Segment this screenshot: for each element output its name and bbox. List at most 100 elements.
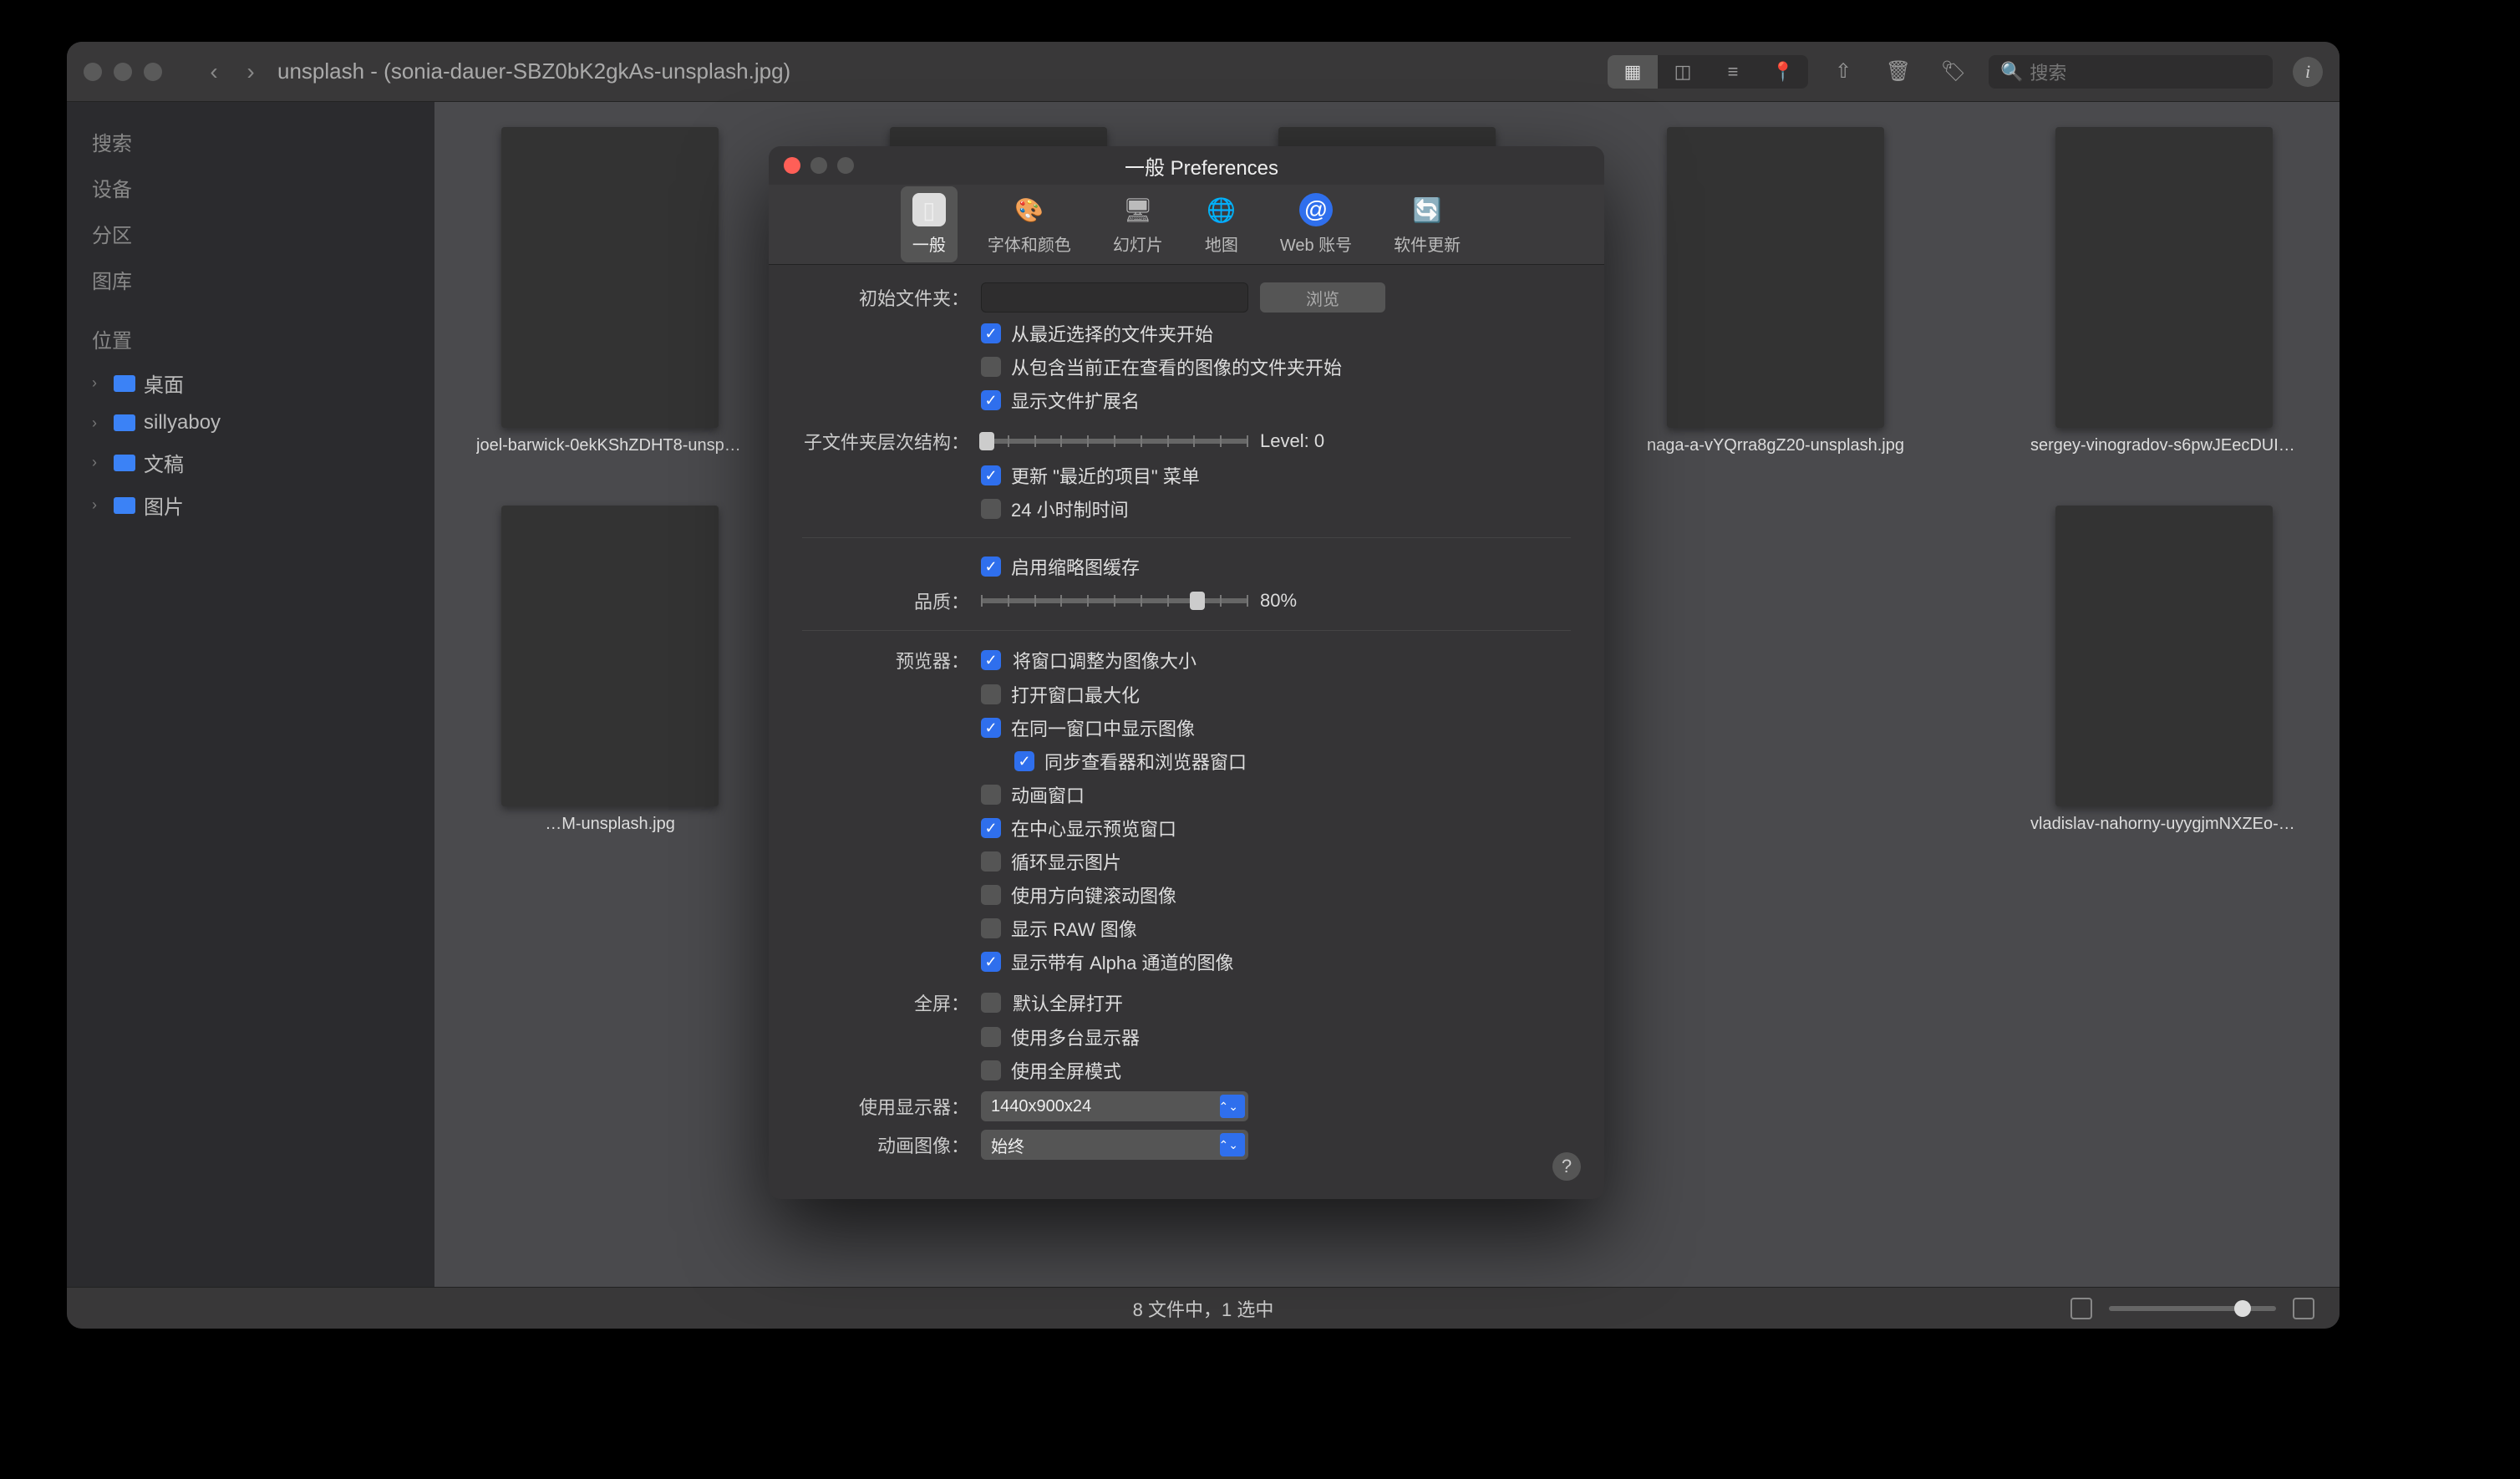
checkbox-center-preview[interactable]: ✓: [981, 818, 1001, 838]
chevron-right-icon: ›: [92, 414, 105, 432]
prefs-tab-general[interactable]: ▯一般: [901, 186, 958, 262]
sidebar-section-devices[interactable]: 设备: [67, 165, 434, 211]
close-prefs-button[interactable]: [784, 157, 800, 174]
delete-button[interactable]: 🗑: [1878, 55, 1918, 89]
label-show-raw: 显示 RAW 图像: [1011, 915, 1137, 942]
zoom-knob[interactable]: [2234, 1300, 2251, 1317]
sub-depth-slider[interactable]: [981, 439, 1248, 444]
thumbnail-item[interactable]: joel-barwick-0ekKShZDHT8-unsplash.jpg: [485, 127, 735, 455]
zoom-window-button[interactable]: [144, 63, 162, 81]
map-view-button[interactable]: 📍: [1758, 55, 1808, 89]
thumbnail-item[interactable]: …M-unsplash.jpg: [485, 506, 735, 834]
sidebar-section-library[interactable]: 图库: [67, 257, 434, 302]
label-arrow-scroll: 使用方向键滚动图像: [1011, 882, 1176, 908]
search-icon: 🔍: [2000, 61, 2023, 83]
sidebar-section-places: 位置: [67, 316, 434, 362]
prefs-tab-web[interactable]: @Web 账号: [1268, 186, 1364, 262]
slider-knob[interactable]: [979, 432, 994, 450]
checkbox-open-max[interactable]: [981, 684, 1001, 704]
prefs-title: 一般 Preferences: [814, 151, 1589, 180]
label-start-last: 从最近选择的文件夹开始: [1011, 320, 1213, 347]
share-button[interactable]: ⇧: [1823, 55, 1863, 89]
split-view-button[interactable]: ◫: [1658, 55, 1708, 89]
checkbox-enable-cache[interactable]: ✓: [981, 557, 1001, 577]
thumbnail-item[interactable]: vladislav-nahorny-uyygjmNXZEo-unsplash.j…: [2039, 506, 2289, 834]
sidebar-item-documents[interactable]: ›文稿: [67, 441, 434, 484]
chevron-right-icon: ›: [92, 374, 105, 392]
label-start-current: 从包含当前正在查看的图像的文件夹开始: [1011, 353, 1342, 380]
search-input[interactable]: 🔍 搜索: [1989, 55, 2273, 89]
prefs-tab-fonts[interactable]: 🎨字体和颜色: [976, 186, 1083, 262]
thumbnail-item[interactable]: sergey-vinogradov-s6pwJEecDUI-unsplash.j…: [2039, 127, 2289, 455]
checkbox-anim-window[interactable]: [981, 785, 1001, 805]
label-anim-images: 动画图像：: [802, 1131, 969, 1158]
prefs-tab-slideshow[interactable]: 🖥幻灯片: [1101, 186, 1175, 262]
grid-view-button[interactable]: ▦: [1608, 55, 1658, 89]
traffic-lights: [84, 63, 162, 81]
checkbox-same-window[interactable]: ✓: [981, 718, 1001, 738]
label-default-fs: 默认全屏打开: [1013, 989, 1123, 1016]
forward-button[interactable]: ›: [232, 53, 269, 90]
help-button[interactable]: ?: [1552, 1152, 1581, 1181]
prefs-titlebar: 一般 Preferences: [769, 146, 1604, 185]
checkbox-default-fs[interactable]: [981, 993, 1001, 1013]
tag-button[interactable]: 🏷: [1933, 55, 1974, 89]
checkbox-start-current[interactable]: [981, 357, 1001, 377]
start-folder-field[interactable]: [981, 282, 1248, 313]
minimize-window-button[interactable]: [114, 63, 132, 81]
thumbnail-caption: vladislav-nahorny-uyygjmNXZEo-unsplash.j…: [2030, 815, 2298, 834]
status-text: 8 文件中，1 选中: [1133, 1295, 1274, 1322]
prefs-tab-map[interactable]: 🌐地图: [1193, 186, 1250, 262]
back-button[interactable]: ‹: [196, 53, 232, 90]
checkbox-resize-window[interactable]: ✓: [981, 650, 1001, 670]
checkbox-fs-mode[interactable]: [981, 1060, 1001, 1080]
anim-select[interactable]: 始终⌃⌄: [981, 1130, 1248, 1160]
label-quality: 品质：: [802, 587, 969, 614]
at-icon: @: [1299, 193, 1333, 226]
checkbox-start-last[interactable]: ✓: [981, 323, 1001, 343]
sidebar-item-label: 桌面: [144, 368, 184, 398]
sidebar-item-home[interactable]: ›sillyaboy: [67, 404, 434, 441]
checkbox-show-ext[interactable]: ✓: [981, 390, 1001, 410]
sub-depth-value: Level: 0: [1260, 430, 1324, 452]
view-mode-group: ▦ ◫ ≡ 📍: [1608, 55, 1808, 89]
close-window-button[interactable]: [84, 63, 102, 81]
quality-slider[interactable]: [981, 598, 1248, 603]
folder-icon: [114, 497, 135, 514]
zoom-slider[interactable]: [2109, 1306, 2276, 1311]
view-single-icon[interactable]: [2070, 1298, 2092, 1319]
checkbox-arrow-scroll[interactable]: [981, 885, 1001, 905]
slideshow-icon: 🖥: [1121, 193, 1155, 226]
label-show-ext: 显示文件扩展名: [1011, 387, 1140, 414]
sidebar-section-search[interactable]: 搜索: [67, 119, 434, 165]
slider-knob[interactable]: [1190, 592, 1205, 610]
checkbox-loop[interactable]: [981, 851, 1001, 872]
thumbnail-item[interactable]: naga-a-vYQrra8gZ20-unsplash.jpg: [1650, 127, 1901, 455]
checkbox-24h[interactable]: [981, 499, 1001, 519]
view-grid-icon[interactable]: [2293, 1298, 2314, 1319]
sidebar-item-desktop[interactable]: › 桌面: [67, 362, 434, 404]
thumbnail-image: [1667, 127, 1884, 428]
checkbox-update-recent[interactable]: ✓: [981, 465, 1001, 485]
search-placeholder: 搜索: [2030, 58, 2066, 85]
info-button[interactable]: i: [2293, 57, 2323, 87]
list-view-button[interactable]: ≡: [1708, 55, 1758, 89]
statusbar: 8 文件中，1 选中: [67, 1287, 2340, 1329]
sidebar-item-label: 文稿: [144, 448, 184, 477]
browse-button[interactable]: 浏览: [1260, 282, 1385, 313]
folder-icon: [114, 375, 135, 392]
display-select[interactable]: 1440x900x24⌃⌄: [981, 1091, 1248, 1121]
checkbox-sync-windows[interactable]: ✓: [1014, 751, 1034, 771]
checkbox-multi-display[interactable]: [981, 1027, 1001, 1047]
thumbnail-image: [2055, 506, 2273, 806]
palette-icon: 🎨: [1013, 193, 1046, 226]
sidebar-item-pictures[interactable]: ›图片: [67, 484, 434, 526]
quality-value: 80%: [1260, 590, 1297, 612]
chevron-updown-icon: ⌃⌄: [1219, 1138, 1238, 1152]
prefs-tab-update[interactable]: 🔄软件更新: [1382, 186, 1472, 262]
label-show-alpha: 显示带有 Alpha 通道的图像: [1011, 948, 1234, 975]
thumbnail-caption: sergey-vinogradov-s6pwJEecDUI-unsplash.j…: [2030, 436, 2298, 455]
checkbox-show-raw[interactable]: [981, 918, 1001, 938]
checkbox-show-alpha[interactable]: ✓: [981, 952, 1001, 972]
sidebar-section-partitions[interactable]: 分区: [67, 211, 434, 257]
